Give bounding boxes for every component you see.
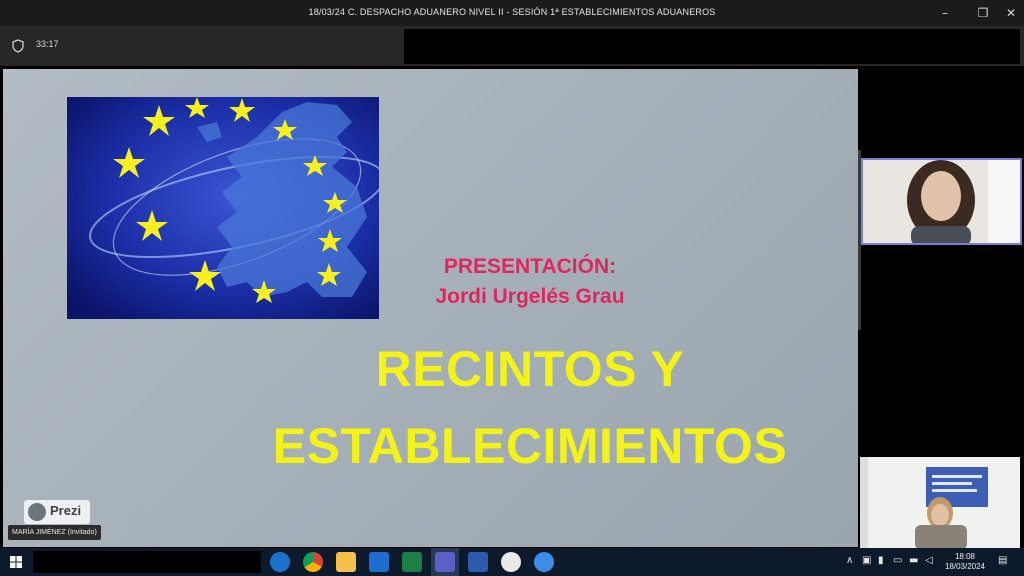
- toolbar-panel: [404, 29, 1020, 64]
- paint-icon[interactable]: [501, 552, 521, 572]
- prezi-label: Prezi: [50, 503, 82, 518]
- os-taskbar: ∧ ▣ ▮ ▭ ▬ ◁ 18:08 18/03/2024 ▤: [0, 548, 1024, 576]
- presenter-heading: PRESENTACIÓN:: [443, 255, 617, 278]
- clock-time: 18:08: [954, 552, 976, 561]
- word-icon[interactable]: [468, 552, 488, 572]
- chrome-icon[interactable]: [303, 552, 323, 572]
- volume-icon[interactable]: ◁: [925, 555, 933, 566]
- participant-video-tile[interactable]: [861, 158, 1022, 245]
- minimize-icon[interactable]: –: [930, 0, 960, 26]
- presenter-block: PRESENTACIÓN: Jordi Urgelés Grau: [380, 252, 680, 312]
- taskbar-search-box[interactable]: [33, 551, 261, 573]
- tray-app-icon[interactable]: ▣: [862, 555, 871, 566]
- file-explorer-icon[interactable]: [336, 552, 356, 572]
- window-titlebar: 18/03/24 C. DESPACHO ADUANERO NIVEL II -…: [0, 0, 1024, 26]
- slide-title-line1: RECINTOS Y: [375, 341, 685, 397]
- self-video-frame: [860, 457, 1020, 548]
- self-video-tile[interactable]: [860, 457, 1020, 548]
- participant-video-frame: [863, 160, 1020, 243]
- close-icon[interactable]: ✕: [996, 0, 1024, 26]
- restore-icon[interactable]: ❐: [968, 0, 998, 26]
- battery-icon[interactable]: ▬: [909, 555, 918, 566]
- slide-title-line2: ESTABLECIMIENTOS: [272, 418, 788, 474]
- teams-icon[interactable]: [435, 552, 455, 572]
- microphone-icon[interactable]: ▮: [878, 555, 884, 566]
- notification-icon[interactable]: ▤: [998, 555, 1007, 566]
- excel-icon[interactable]: [402, 552, 422, 572]
- display-icon[interactable]: ▭: [893, 555, 902, 566]
- participant-name-label: MARÍA JIMÉNEZ (Invitado): [8, 525, 101, 540]
- eu-map-stars-image: [67, 97, 379, 319]
- edge-icon[interactable]: [270, 552, 290, 572]
- clock-date: 18/03/2024: [944, 562, 986, 571]
- taskbar-clock[interactable]: 18:08 18/03/2024: [942, 552, 988, 572]
- window-title: 18/03/24 C. DESPACHO ADUANERO NIVEL II -…: [308, 7, 716, 17]
- prezi-badge[interactable]: Prezi: [24, 500, 90, 524]
- chevron-up-icon[interactable]: ∧: [846, 555, 853, 566]
- prezi-logo-icon: [28, 503, 46, 521]
- app-icon[interactable]: [534, 552, 554, 572]
- presenter-name: Jordi Urgelés Grau: [435, 285, 625, 308]
- meeting-timer: 33:17: [36, 39, 59, 49]
- shield-icon: [12, 39, 24, 53]
- outlook-icon[interactable]: [369, 552, 389, 572]
- windows-start-icon[interactable]: [10, 556, 22, 568]
